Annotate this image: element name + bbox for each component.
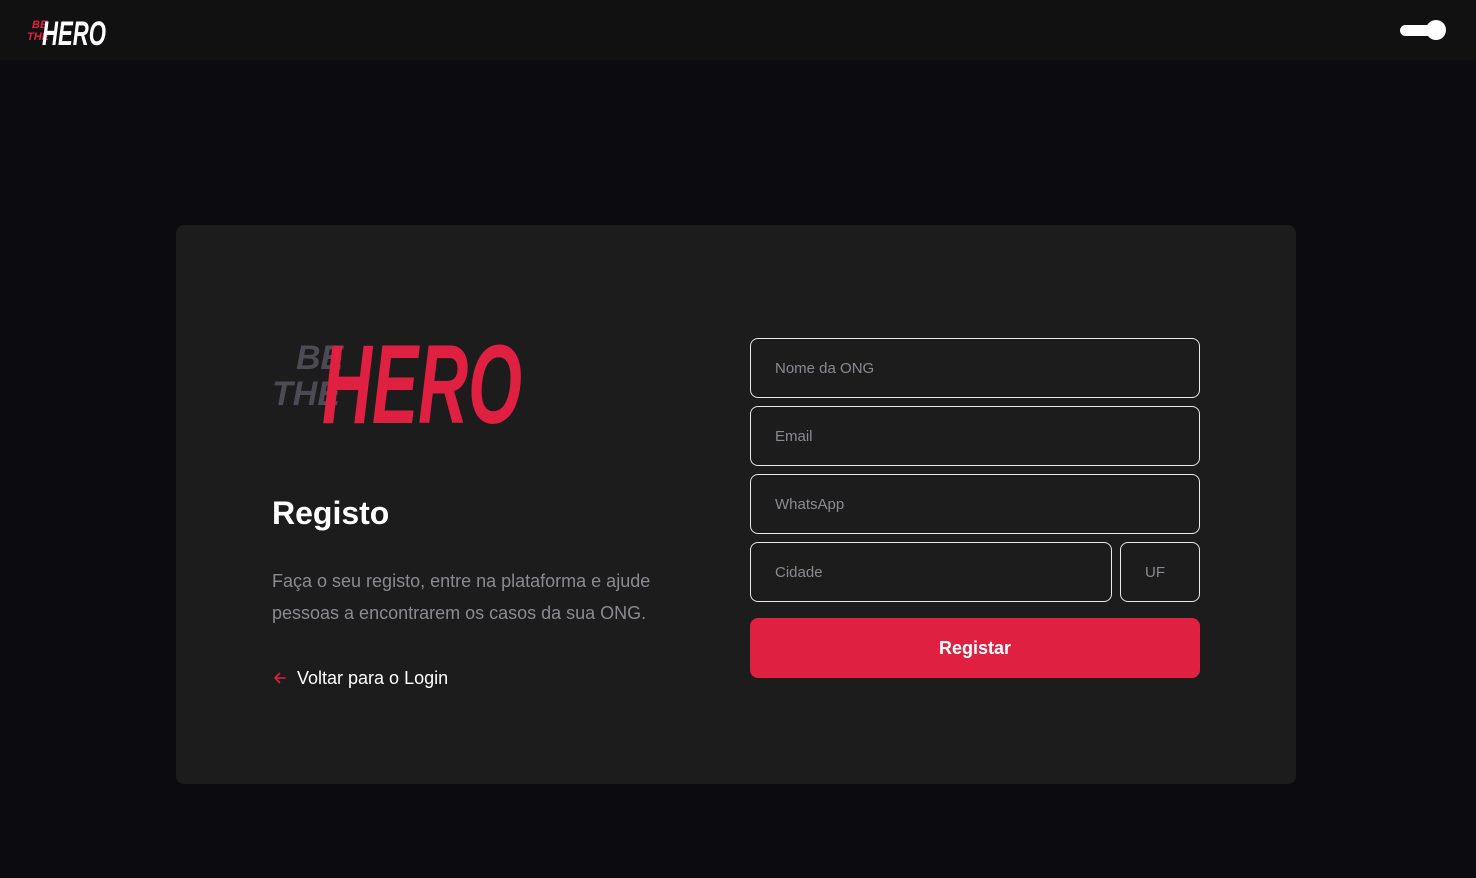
- register-card: BE THE HERO Registo Faça o seu registo, …: [176, 225, 1296, 784]
- toggle-knob: [1426, 20, 1446, 40]
- back-to-login-link[interactable]: Voltar para o Login: [272, 665, 448, 691]
- svg-text:HERO: HERO: [322, 322, 522, 431]
- be-the-hero-logo: BE THE HERO: [272, 319, 524, 431]
- whatsapp-input[interactable]: [750, 474, 1200, 534]
- page-description: Faça o seu registo, entre na plataforma …: [272, 571, 651, 623]
- email-input[interactable]: [750, 406, 1200, 466]
- uf-input[interactable]: [1120, 542, 1200, 602]
- ong-name-input[interactable]: [750, 338, 1200, 398]
- svg-text:HERO: HERO: [42, 15, 106, 48]
- city-input[interactable]: [750, 542, 1112, 602]
- header-logo[interactable]: BE THE HERO: [26, 12, 108, 48]
- register-button[interactable]: Registar: [750, 618, 1200, 678]
- back-to-login-label: Voltar para o Login: [297, 667, 449, 688]
- page-title: Registo: [272, 495, 390, 531]
- arrow-left-icon: [274, 672, 286, 684]
- top-bar: BE THE HERO: [0, 0, 1476, 60]
- theme-toggle[interactable]: [1400, 20, 1446, 40]
